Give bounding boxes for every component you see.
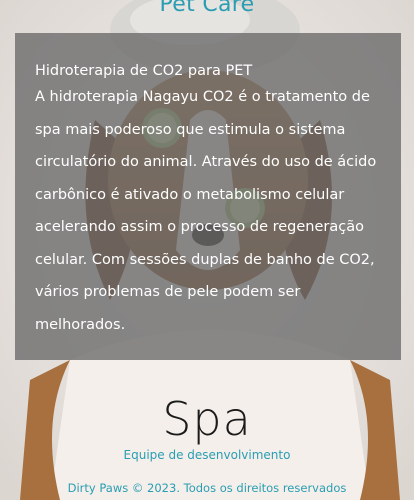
card-description: A hidroterapia Nagayu CO2 é o tratamento… xyxy=(35,89,377,333)
treatment-card: Hidroterapia de CO2 para PET A hidrotera… xyxy=(15,33,401,360)
team-link[interactable]: Equipe de desenvolvimento xyxy=(0,448,414,462)
section-title: Spa xyxy=(162,392,252,446)
card-heading: Hidroterapia de CO2 para PET xyxy=(35,63,253,79)
page-title: Pet Care xyxy=(159,0,255,17)
footer-copyright: Dirty Paws © 2023. Todos os direitos res… xyxy=(67,481,347,495)
